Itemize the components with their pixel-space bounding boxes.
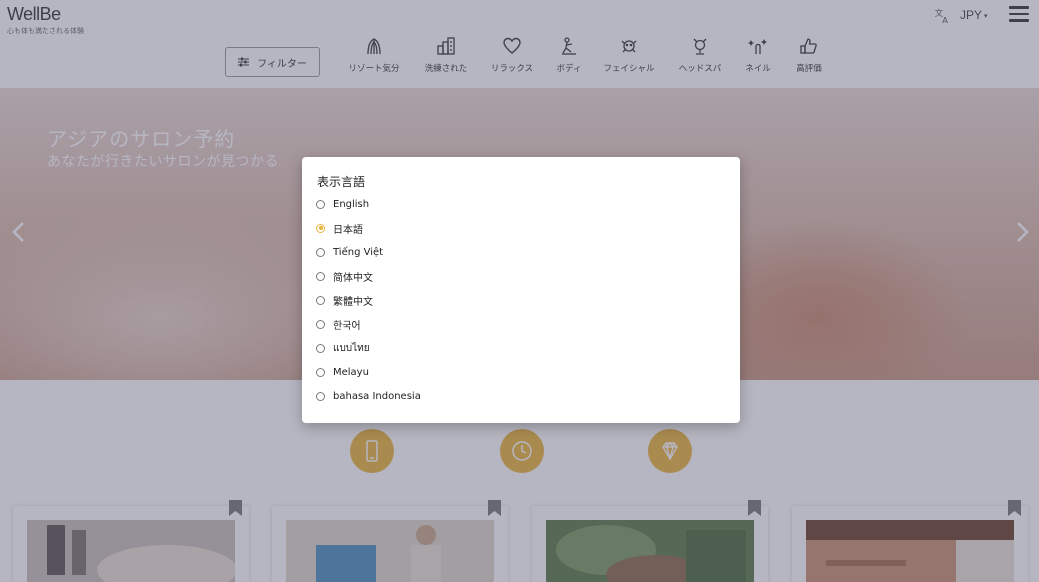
radio-button[interactable] <box>316 295 325 305</box>
option-label: 简体中文 <box>333 272 373 284</box>
radio-button[interactable] <box>316 391 325 401</box>
language-option-thai[interactable]: แบบไทย <box>316 339 370 357</box>
language-option-malay[interactable]: Melayu <box>316 363 369 381</box>
radio-button-selected[interactable] <box>316 223 325 233</box>
radio-button[interactable] <box>316 343 325 353</box>
dialog-title: 表示言語 <box>317 175 366 189</box>
option-label: 日本語 <box>333 224 363 236</box>
option-label: แบบไทย <box>333 342 370 354</box>
language-option-indonesian[interactable]: bahasa Indonesia <box>316 387 421 405</box>
option-label: 한국어 <box>333 320 361 332</box>
language-dialog: 表示言語 English 日本語 Tiếng Việt 简体中文 繁體中文 한국… <box>302 157 740 423</box>
language-option-korean[interactable]: 한국어 <box>316 315 361 333</box>
option-label: 繁體中文 <box>333 296 373 308</box>
radio-button[interactable] <box>316 199 325 209</box>
language-option-simplified-chinese[interactable]: 简体中文 <box>316 267 373 285</box>
option-label: Tiếng Việt <box>333 246 384 258</box>
language-option-vietnamese[interactable]: Tiếng Việt <box>316 243 383 261</box>
option-label: English <box>333 198 370 210</box>
radio-button[interactable] <box>316 367 325 377</box>
language-option-japanese[interactable]: 日本語 <box>316 219 363 237</box>
option-label: Melayu <box>333 366 369 378</box>
option-label: bahasa Indonesia <box>333 390 421 402</box>
radio-button[interactable] <box>316 247 325 257</box>
radio-button[interactable] <box>316 271 325 281</box>
language-option-english[interactable]: English <box>316 195 369 213</box>
radio-button[interactable] <box>316 319 325 329</box>
language-option-traditional-chinese[interactable]: 繁體中文 <box>316 291 373 309</box>
